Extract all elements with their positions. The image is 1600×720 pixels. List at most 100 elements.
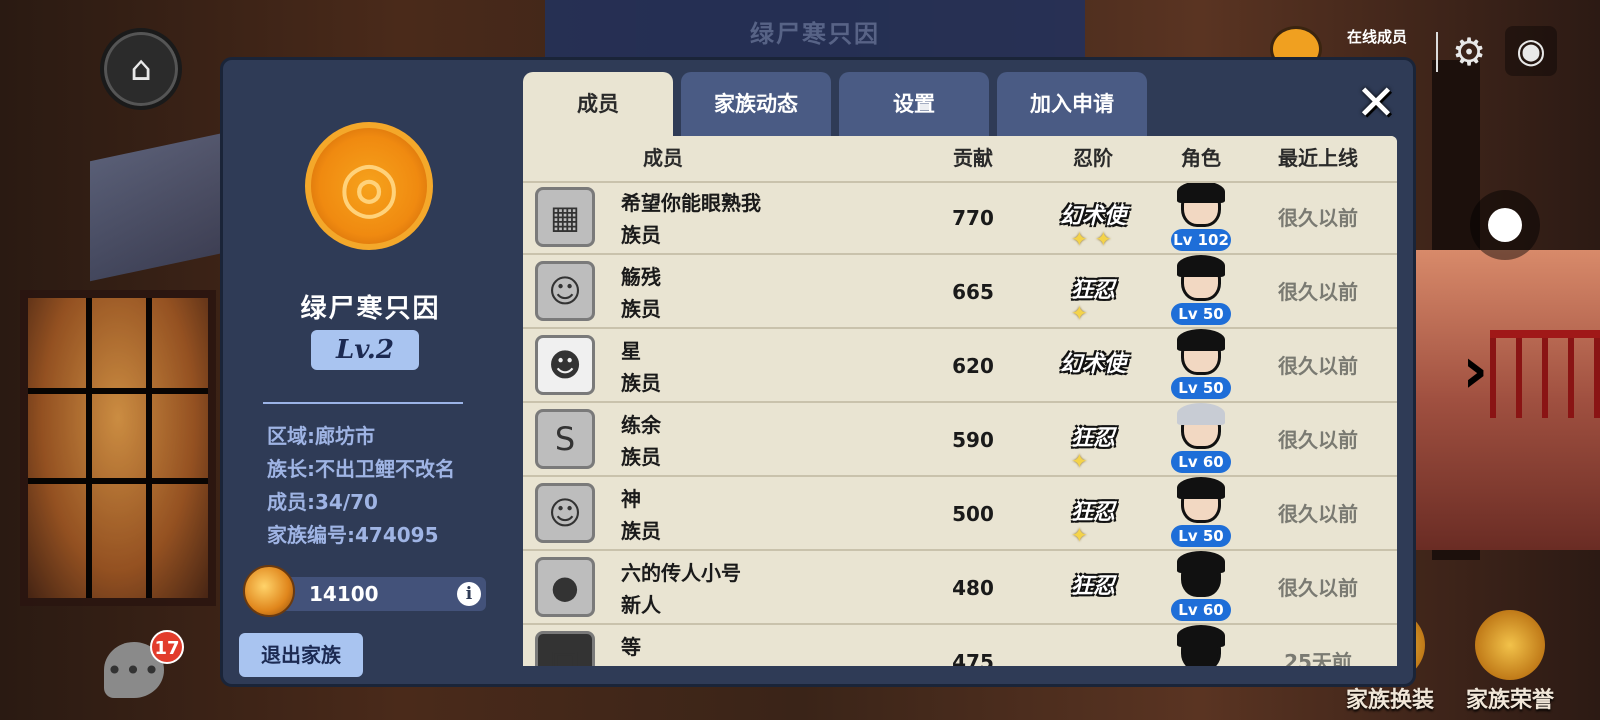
clan-honor-button[interactable]: 家族荣誉: [1455, 610, 1565, 714]
member-character: [1171, 625, 1231, 666]
background-bridge: [1490, 330, 1600, 418]
member-name: 星: [621, 339, 641, 363]
member-name: 练余: [621, 413, 661, 437]
info-key: 家族编号:: [267, 523, 355, 547]
member-character: Lv 50: [1171, 329, 1231, 401]
member-tier-badge: 狂忍 ✦: [1053, 417, 1133, 473]
table-row[interactable]: ☻ 星 族员 620 幻术使 Lv 50 很久以前: [523, 329, 1397, 403]
member-last-online: 很久以前: [1278, 280, 1358, 304]
table-row[interactable]: ☺ 觞残 族员 665 狂忍 ✦ Lv 50 很久以前: [523, 255, 1397, 329]
member-avatar[interactable]: ●: [535, 557, 595, 617]
member-avatar[interactable]: ☺: [535, 261, 595, 321]
member-last-online: 25天前: [1284, 650, 1352, 666]
info-value: 廊坊市: [315, 424, 375, 448]
clan-outfit-label: 家族换装: [1345, 688, 1434, 713]
eye-icon[interactable]: ◉: [1505, 26, 1557, 76]
member-contribution: 590: [952, 428, 994, 452]
background-window: [20, 290, 216, 606]
clan-info-list: 区域:廊坊市 族长:不出卫鲤不改名 成员:34/70 家族编号:474095: [267, 420, 455, 552]
member-character: Lv 50: [1171, 255, 1231, 327]
member-last-online: 很久以前: [1278, 354, 1358, 378]
record-button[interactable]: [1470, 190, 1540, 260]
member-character: Lv 50: [1171, 477, 1231, 549]
member-avatar[interactable]: ▦: [535, 187, 595, 247]
tab-members[interactable]: 成员: [523, 72, 673, 138]
leave-clan-button[interactable]: 退出家族: [239, 633, 363, 677]
character-hair: [1177, 255, 1225, 277]
member-avatar[interactable]: ☺: [535, 483, 595, 543]
member-avatar[interactable]: ▣: [535, 631, 595, 666]
info-key: 区域:: [267, 424, 315, 448]
clan-honor-label: 家族荣誉: [1465, 688, 1554, 713]
member-tier-label: 狂忍: [1070, 574, 1115, 599]
header-tier: 忍阶: [1073, 146, 1113, 170]
info-key: 成员:: [267, 490, 315, 514]
member-tier-badge: 狂忍 ✦: [1053, 269, 1133, 325]
character-hair: [1177, 551, 1225, 573]
chat-unread-badge: 17: [150, 630, 184, 664]
close-icon[interactable]: ✕: [1351, 78, 1401, 128]
header-member: 成员: [643, 146, 683, 170]
member-rank: 族员: [621, 519, 661, 543]
table-body: ▦ 希望你能眼熟我 族员 770 幻术使 ✦ ✦ Lv 102 很久以前 ☺ 觞残 …: [523, 181, 1397, 666]
character-level-badge: Lv 50: [1171, 525, 1231, 547]
table-row[interactable]: ☺ 神 族员 500 狂忍 ✦ Lv 50 很久以前: [523, 477, 1397, 551]
home-icon: ⌂: [130, 49, 152, 89]
clan-level-badge: Lv.2: [311, 330, 419, 370]
character-hair: [1177, 181, 1225, 203]
clan-funds-value: 14100: [309, 582, 379, 606]
member-rank: 族员: [621, 297, 661, 321]
character-hair: [1177, 403, 1225, 425]
member-tier-badge: [1053, 639, 1133, 666]
header-last-online: 最近上线: [1278, 146, 1358, 170]
clan-funds: 14100: [279, 577, 486, 611]
character-level-badge: Lv 50: [1171, 303, 1231, 325]
member-last-online: 很久以前: [1278, 206, 1358, 230]
info-key: 族长:: [267, 457, 315, 481]
chevron-right-icon[interactable]: ›: [1462, 336, 1502, 406]
table-row[interactable]: S 练余 族员 590 狂忍 ✦ Lv 60 很久以前: [523, 403, 1397, 477]
member-rank: 族员: [621, 223, 661, 247]
character-level-badge: Lv 50: [1171, 377, 1231, 399]
info-icon[interactable]: i: [457, 582, 481, 606]
member-contribution: 770: [952, 206, 994, 230]
table-header: 成员 贡献 忍阶 角色 最近上线: [523, 136, 1397, 183]
tab-clan-activity[interactable]: 家族动态: [681, 72, 831, 136]
gear-icon[interactable]: ⚙: [1447, 30, 1491, 74]
clan-panel: ◎ 绿尸寒只因 Lv.2 区域:廊坊市 族长:不出卫鲤不改名 成员:34/70 …: [220, 57, 1416, 687]
member-character: Lv 60: [1171, 551, 1231, 623]
tab-join-requests[interactable]: 加入申请: [997, 72, 1147, 136]
table-row[interactable]: ▣ 等 475 25天前: [523, 625, 1397, 666]
table-row[interactable]: ▦ 希望你能眼熟我 族员 770 幻术使 ✦ ✦ Lv 102 很久以前: [523, 181, 1397, 255]
info-clan-id: 家族编号:474095: [267, 519, 455, 552]
member-rank: 新人: [621, 593, 661, 617]
character-level-badge: Lv 60: [1171, 599, 1231, 621]
member-avatar[interactable]: ☻: [535, 335, 595, 395]
members-table[interactable]: 成员 贡献 忍阶 角色 最近上线 ▦ 希望你能眼熟我 族员 770 幻术使 ✦ ✦ …: [523, 136, 1397, 666]
info-value: 474095: [355, 523, 439, 547]
member-last-online: 很久以前: [1278, 576, 1358, 600]
info-region: 区域:廊坊市: [267, 420, 455, 453]
member-tier-badge: 幻术使: [1053, 343, 1133, 387]
member-contribution: 665: [952, 280, 994, 304]
character-hair: [1177, 477, 1225, 499]
character-hair: [1177, 625, 1225, 647]
member-name: 等: [621, 635, 641, 659]
home-button[interactable]: ⌂: [100, 28, 182, 110]
member-avatar[interactable]: S: [535, 409, 595, 469]
member-contribution: 480: [952, 576, 994, 600]
member-name: 觞残: [621, 265, 661, 289]
member-last-online: 很久以前: [1278, 428, 1358, 452]
hud-divider: [1436, 32, 1438, 72]
member-contribution: 620: [952, 354, 994, 378]
member-tier-badge: 狂忍 ✦: [1053, 491, 1133, 547]
background-banner-title: 绿尸寒只因: [750, 20, 880, 48]
character-level-badge: Lv 102: [1171, 229, 1231, 251]
member-tier-label: 幻术使: [1059, 352, 1126, 377]
member-rank: 族员: [621, 445, 661, 469]
tab-settings[interactable]: 设置: [839, 72, 989, 136]
table-row[interactable]: ● 六的传人小号 新人 480 狂忍 Lv 60 很久以前: [523, 551, 1397, 625]
character-hair: [1177, 329, 1225, 351]
record-dot-icon: [1488, 208, 1522, 242]
chat-icon: •••: [106, 653, 162, 687]
